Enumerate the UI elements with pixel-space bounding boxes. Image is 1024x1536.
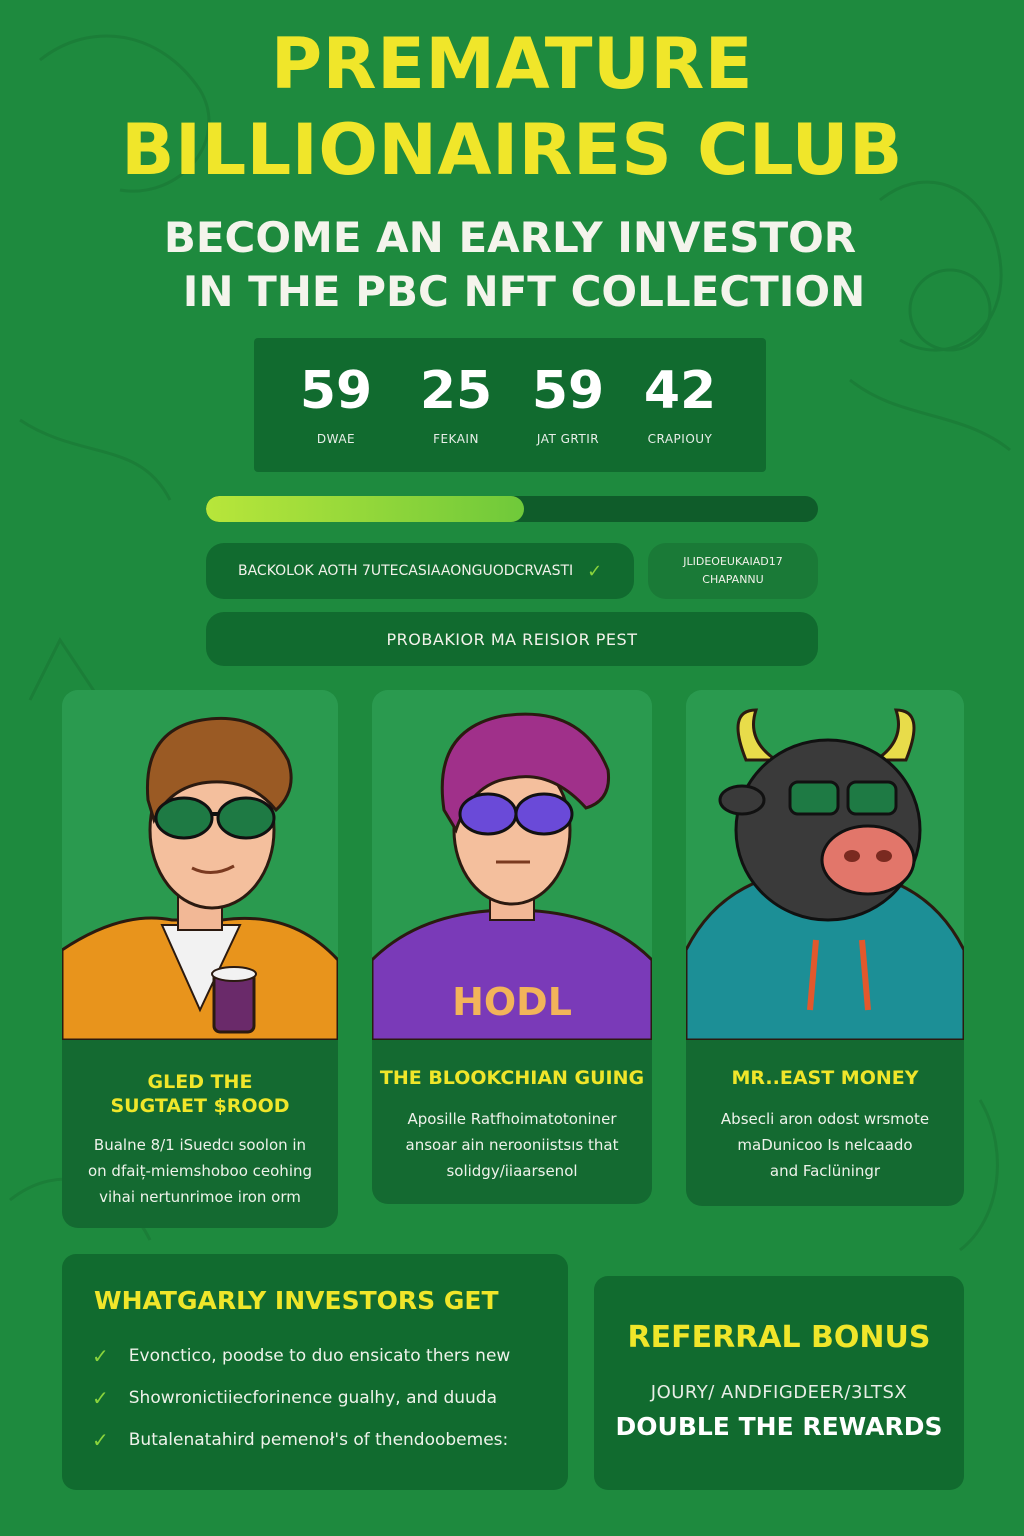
description-line: maDunicoo Is nelcaado	[737, 1136, 913, 1154]
character-description: Aposille Ratfhoimatotoniner ansoar ain n…	[384, 1106, 640, 1184]
info-pill-text: PROBAKIOR MA REISIOR PEST	[386, 629, 638, 649]
countdown-value: 59	[531, 361, 605, 421]
countdown-value: 25	[419, 361, 493, 421]
countdown-unit: 25 FEKAIN	[406, 360, 506, 448]
description-line: Aposille Ratfhoimatotoniner	[407, 1110, 617, 1128]
benefit-text: Butalenatahird pemenoł's of thendoobemes…	[128, 1430, 509, 1450]
character-portrait	[62, 690, 338, 1040]
page-title-line1: PREMATURE	[270, 23, 754, 105]
benefit-item: ✓ Showronictiiecforinence gualhy, and du…	[92, 1386, 497, 1410]
description-line: on dfaiț-miemshoboo ceohing	[87, 1162, 313, 1180]
countdown-unit: 42 CRAPIOUY	[630, 360, 730, 448]
info-pill-whitelist[interactable]: BACKOLOK AOTH 7UTECASIAAONGUODCRVASTI ✓	[206, 543, 634, 599]
info-pill-line1: JLIDEOEUKAIAD17	[683, 555, 783, 568]
character-card[interactable]: MR..EAST MONEY Absecli aron odost wrsmot…	[686, 690, 964, 1206]
sale-progress-bar	[206, 496, 818, 522]
character-name: GLED THE	[147, 1071, 253, 1093]
check-icon: ✓	[587, 560, 603, 582]
countdown-timer: 59 DWAE 25 FEKAIN 59 JAT GRTIR 42 CRAPIO…	[254, 338, 766, 472]
description-line: Bualne 8/1 iSuedcı soolon in	[93, 1136, 307, 1154]
character-card[interactable]: HODL THE BLOOKCHIAN GUING Aposille Ratfh…	[372, 690, 652, 1204]
shirt-text: HODL	[452, 980, 572, 1024]
benefit-item: ✓ Butalenatahird pemenoł's of thendoobem…	[92, 1428, 508, 1452]
countdown-unit: 59 DWAE	[286, 360, 386, 448]
info-pill-line2: CHAPANNU	[702, 573, 764, 586]
description-line: vihai nertunrimoe iron orm	[99, 1188, 301, 1206]
character-description: Absecli aron odost wrsmote maDunicoo Is …	[698, 1106, 952, 1184]
referral-subline: JOURY/ ANDFIGDEER/3LTSX	[650, 1382, 908, 1403]
info-pill-wide[interactable]: PROBAKIOR MA REISIOR PEST	[206, 612, 818, 666]
countdown-value: 42	[643, 361, 717, 421]
character-portrait: HODL	[372, 690, 652, 1040]
countdown-value: 59	[299, 361, 373, 421]
check-icon: ✓	[92, 1344, 109, 1368]
check-icon: ✓	[92, 1428, 109, 1452]
info-pill-secondary[interactable]: JLIDEOEUKAIAD17 CHAPANNU	[648, 543, 818, 599]
referral-title: REFERRAL BONUS	[627, 1320, 931, 1355]
character-name: THE BLOOKCHIAN GUING	[379, 1067, 645, 1089]
description-line: ansoar ain nerooniistsıs that	[405, 1136, 619, 1154]
character-card[interactable]: GLED THE SUGTAET $ROOD Bualne 8/1 iSuedc…	[62, 690, 338, 1228]
page-title-line2: BILLIONAIRES CLUB	[121, 109, 903, 191]
description-line: solidgy/iiaarsenol	[446, 1162, 578, 1180]
progress-fill	[206, 496, 525, 522]
info-pill-text: BACKOLOK AOTH 7UTECASIAAONGUODCRVASTI	[238, 563, 574, 579]
benefit-item: ✓ Evonctico, poodse to duo ensicato ther…	[92, 1344, 510, 1368]
character-portrait	[686, 690, 964, 1040]
character-name: MR..EAST MONEY	[731, 1067, 919, 1089]
character-description: Bualne 8/1 iSuedcı soolon in on dfaiț-mi…	[74, 1132, 326, 1210]
early-investor-benefits-panel: WHATGARLY INVESTORS GET ✓ Evonctico, poo…	[62, 1254, 568, 1490]
character-name-line2: SUGTAET $ROOD	[110, 1095, 290, 1117]
referral-bonus-panel[interactable]: REFERRAL BONUS JOURY/ ANDFIGDEER/3LTSX D…	[594, 1276, 964, 1490]
benefit-text: Showronictiiecforinence gualhy, and duud…	[128, 1388, 498, 1408]
description-line: and Faclüningr	[769, 1162, 881, 1180]
countdown-label: FEKAIN	[433, 432, 479, 446]
referral-cta[interactable]: DOUBLE THE REWARDS	[594, 1412, 964, 1441]
countdown-label: CRAPIOUY	[647, 432, 713, 446]
description-line: Absecli aron odost wrsmote	[720, 1110, 930, 1128]
page-subtitle-line2: IN THE PBC NFT COLLECTION	[182, 267, 866, 316]
page-subtitle-line1: BECOME AN EARLY INVESTOR	[163, 213, 857, 262]
check-icon: ✓	[92, 1386, 109, 1410]
countdown-unit: 59 JAT GRTIR	[518, 360, 618, 448]
countdown-label: JAT GRTIR	[536, 432, 600, 446]
countdown-label: DWAE	[316, 432, 356, 446]
benefit-text: Evonctico, poodse to duo ensicato thers …	[128, 1346, 511, 1366]
benefits-title: WHATGARLY INVESTORS GET	[94, 1286, 499, 1315]
